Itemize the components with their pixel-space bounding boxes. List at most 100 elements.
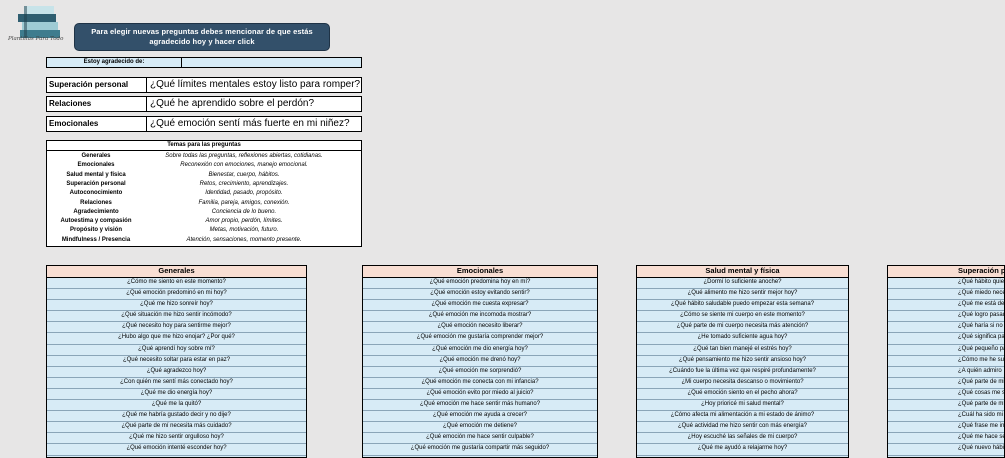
question-cell: ¿Qué emoción me gustaría comprender mejo…	[363, 333, 597, 344]
question-cell: ¿Qué cosas me sabotean	[888, 389, 1004, 400]
gratitude-row: Estoy agradecido de:	[46, 57, 362, 68]
question-cell: ¿Hoy escuché las señales de mi cuerpo?	[637, 433, 848, 444]
question-cell: ¿Qué me la quitó?	[47, 400, 306, 411]
question-cell: ¿Qué emoción me drenó hoy?	[363, 356, 597, 367]
question-cell: ¿A quién admiro	[888, 367, 1004, 378]
question-cell: ¿Qué situación me hizo sentir incómodo?	[47, 311, 306, 322]
question-cell: ¿Qué haría si no tu	[888, 322, 1004, 333]
question-cell: ¿Qué emoción predominó en mi hoy?	[47, 289, 306, 300]
question-cell: ¿Qué emoción me hace sentir más humano?	[363, 400, 597, 411]
question-cell: ¿Qué aprendí hoy sobre mí?	[47, 345, 306, 356]
question-cell: ¿Cómo me siento en este momento?	[47, 278, 306, 289]
theme-name: Salud mental y física	[47, 171, 145, 180]
theme-description: Conciencia de lo bueno.	[145, 208, 361, 217]
question-cell: ¿Qué parte de mí necesita más cuidado?	[47, 422, 306, 433]
theme-row: RelacionesFamilia, pareja, amigos, conex…	[47, 199, 361, 208]
question-cell: ¿He tomado suficiente agua hoy?	[637, 333, 848, 344]
theme-description: Atención, sensaciones, momento presente.	[145, 236, 361, 245]
question-cell: ¿Qué parte de mi cuerpo necesita más ate…	[637, 322, 848, 333]
theme-row: Autoestima y compasiónAmor propio, perdó…	[47, 217, 361, 226]
question-row: Superación personal ¿Qué límites mentale…	[46, 77, 362, 93]
question-cell: ¿Qué me habría gustado decir y no dije?	[47, 411, 306, 422]
question-cell: ¿Qué emoción me dio energía hoy?	[363, 345, 597, 356]
question-cell: ¿Qué emoción me conecta con mi infancia?	[363, 378, 597, 389]
question-cell: ¿Qué emoción me incomoda mostrar?	[363, 311, 597, 322]
question-cell: ¿Qué tan bien manejé el estrés hoy?	[637, 345, 848, 356]
theme-row: Mindfulness / PresenciaAtención, sensaci…	[47, 236, 361, 245]
themes-title: Temas para las preguntas	[47, 142, 361, 148]
question-cell: ¿Cómo me he superado	[888, 356, 1004, 367]
theme-description: Bienestar, cuerpo, hábitos.	[145, 171, 361, 180]
question-cell: ¿Mi cuerpo necesita descanso o movimient…	[637, 378, 848, 389]
theme-name: Superación personal	[47, 180, 145, 189]
theme-row: EmocionalesReconexión con emociones, man…	[47, 161, 361, 170]
question-cell: ¿Qué parte de mí necesit	[888, 400, 1004, 411]
question-cell: ¿Qué pequeño paso puedo d	[888, 345, 1004, 356]
question-row: Relaciones ¿Qué he aprendido sobre el pe…	[46, 96, 362, 112]
question-cell: ¿Qué hábito saludable puedo empezar esta…	[637, 300, 848, 311]
category-table-header: Superación p	[888, 266, 1004, 278]
question-text: ¿Qué límites mentales estoy listo para r…	[147, 78, 361, 92]
question-cell: ¿Con quién me sentí más conectado hoy?	[47, 378, 306, 389]
theme-row: AutoconocimientoIdentidad, pasado, propó…	[47, 189, 361, 198]
question-cell: ¿Qué hábito quiero elim	[888, 278, 1004, 289]
category-table-header: Salud mental y física	[637, 266, 848, 278]
theme-description: Sobre todas las preguntas, reflexiones a…	[145, 152, 361, 161]
question-cell: ¿Qué emoción me cuesta expresar?	[363, 300, 597, 311]
question-cell: ¿Cuál ha sido mi momer	[888, 411, 1004, 422]
question-cell: ¿Qué emoción siento en el pecho ahora?	[637, 389, 848, 400]
question-cell: ¿Qué emoción me ayuda a crecer?	[363, 411, 597, 422]
question-cell: ¿Qué emoción estoy evitando sentir?	[363, 289, 597, 300]
theme-description: Retos, crecimiento, aprendizajes.	[145, 180, 361, 189]
theme-description: Reconexión con emociones, manejo emocion…	[145, 161, 361, 170]
category-table: Salud mental y física¿Dormí lo suficient…	[636, 265, 849, 458]
question-cell: ¿Qué emoción evito por miedo al juicio?	[363, 389, 597, 400]
question-cell: ¿Qué emoción me sorprendió?	[363, 367, 597, 378]
question-category: Emocionales	[47, 117, 147, 131]
question-cell: ¿Qué emoción necesito liberar?	[363, 322, 597, 333]
question-cell: ¿Qué parte de mi rutina m	[888, 378, 1004, 389]
question-cell: ¿Qué necesito soltar para estar en paz?	[47, 356, 306, 367]
question-cell: ¿Qué pensamiento me hizo sentir ansioso …	[637, 356, 848, 367]
question-cell: ¿Cuándo fue la última vez que respiré pr…	[637, 367, 848, 378]
question-cell: ¿Qué frase me inspira a	[888, 422, 1004, 433]
question-cell: ¿Cómo afecta mi alimentación a mi estado…	[637, 411, 848, 422]
question-cell: ¿Qué me hizo sonreír hoy?	[47, 300, 306, 311]
question-cell: ¿Qué significa para	[888, 333, 1004, 344]
question-cell: ¿Qué miedo necesito	[888, 289, 1004, 300]
logo-text: Plantillas Para Todo	[8, 36, 78, 42]
theme-description: Amor propio, perdón, límites.	[145, 217, 361, 226]
theme-name: Propósito y visión	[47, 226, 145, 235]
question-text: ¿Qué emoción sentí más fuerte en mi niñe…	[147, 117, 361, 131]
themes-divider	[47, 150, 361, 151]
category-table: Emocionales¿Qué emoción predomina hoy en…	[362, 265, 598, 458]
question-cell: ¿Qué alimento me hizo sentir mejor hoy?	[637, 289, 848, 300]
theme-name: Autoestima y compasión	[47, 217, 145, 226]
question-cell: ¿Qué me hace ser	[888, 433, 1004, 444]
gratitude-input[interactable]	[182, 58, 361, 67]
category-table-header: Generales	[47, 266, 306, 278]
category-table: Generales¿Cómo me siento en este momento…	[46, 265, 307, 458]
category-table: Superación p¿Qué hábito quiero elim¿Qué …	[887, 265, 1005, 458]
theme-name: Agradecimiento	[47, 208, 145, 217]
theme-name: Relaciones	[47, 199, 145, 208]
theme-row: Salud mental y físicaBienestar, cuerpo, …	[47, 171, 361, 180]
question-cell: ¿Qué me dio energía hoy?	[47, 389, 306, 400]
theme-name: Emocionales	[47, 161, 145, 170]
theme-row: Superación personalRetos, crecimiento, a…	[47, 180, 361, 189]
theme-description: Metas, motivación, futuro.	[145, 226, 361, 235]
question-cell: ¿Dormí lo suficiente anoche?	[637, 278, 848, 289]
question-category: Relaciones	[47, 97, 147, 111]
theme-name: Autoconocimiento	[47, 189, 145, 198]
question-cell: ¿Hoy prioricé mi salud mental?	[637, 400, 848, 411]
question-cell: ¿Qué me hizo sentir orgulloso hoy?	[47, 433, 306, 444]
theme-row: GeneralesSobre todas las preguntas, refl…	[47, 152, 361, 161]
question-cell: ¿Qué me está detenie	[888, 300, 1004, 311]
theme-description: Familia, pareja, amigos, conexión.	[145, 199, 361, 208]
gratitude-label: Estoy agradecido de:	[47, 58, 182, 67]
new-questions-button[interactable]: Para elegir nuevas preguntas debes menci…	[74, 23, 330, 51]
theme-row: Propósito y visiónMetas, motivación, fut…	[47, 226, 361, 235]
question-cell: ¿Hubo algo que me hizo enojar? ¿Por qué?	[47, 333, 306, 344]
theme-description: Identidad, pasado, propósito.	[145, 189, 361, 198]
theme-name: Generales	[47, 152, 145, 161]
